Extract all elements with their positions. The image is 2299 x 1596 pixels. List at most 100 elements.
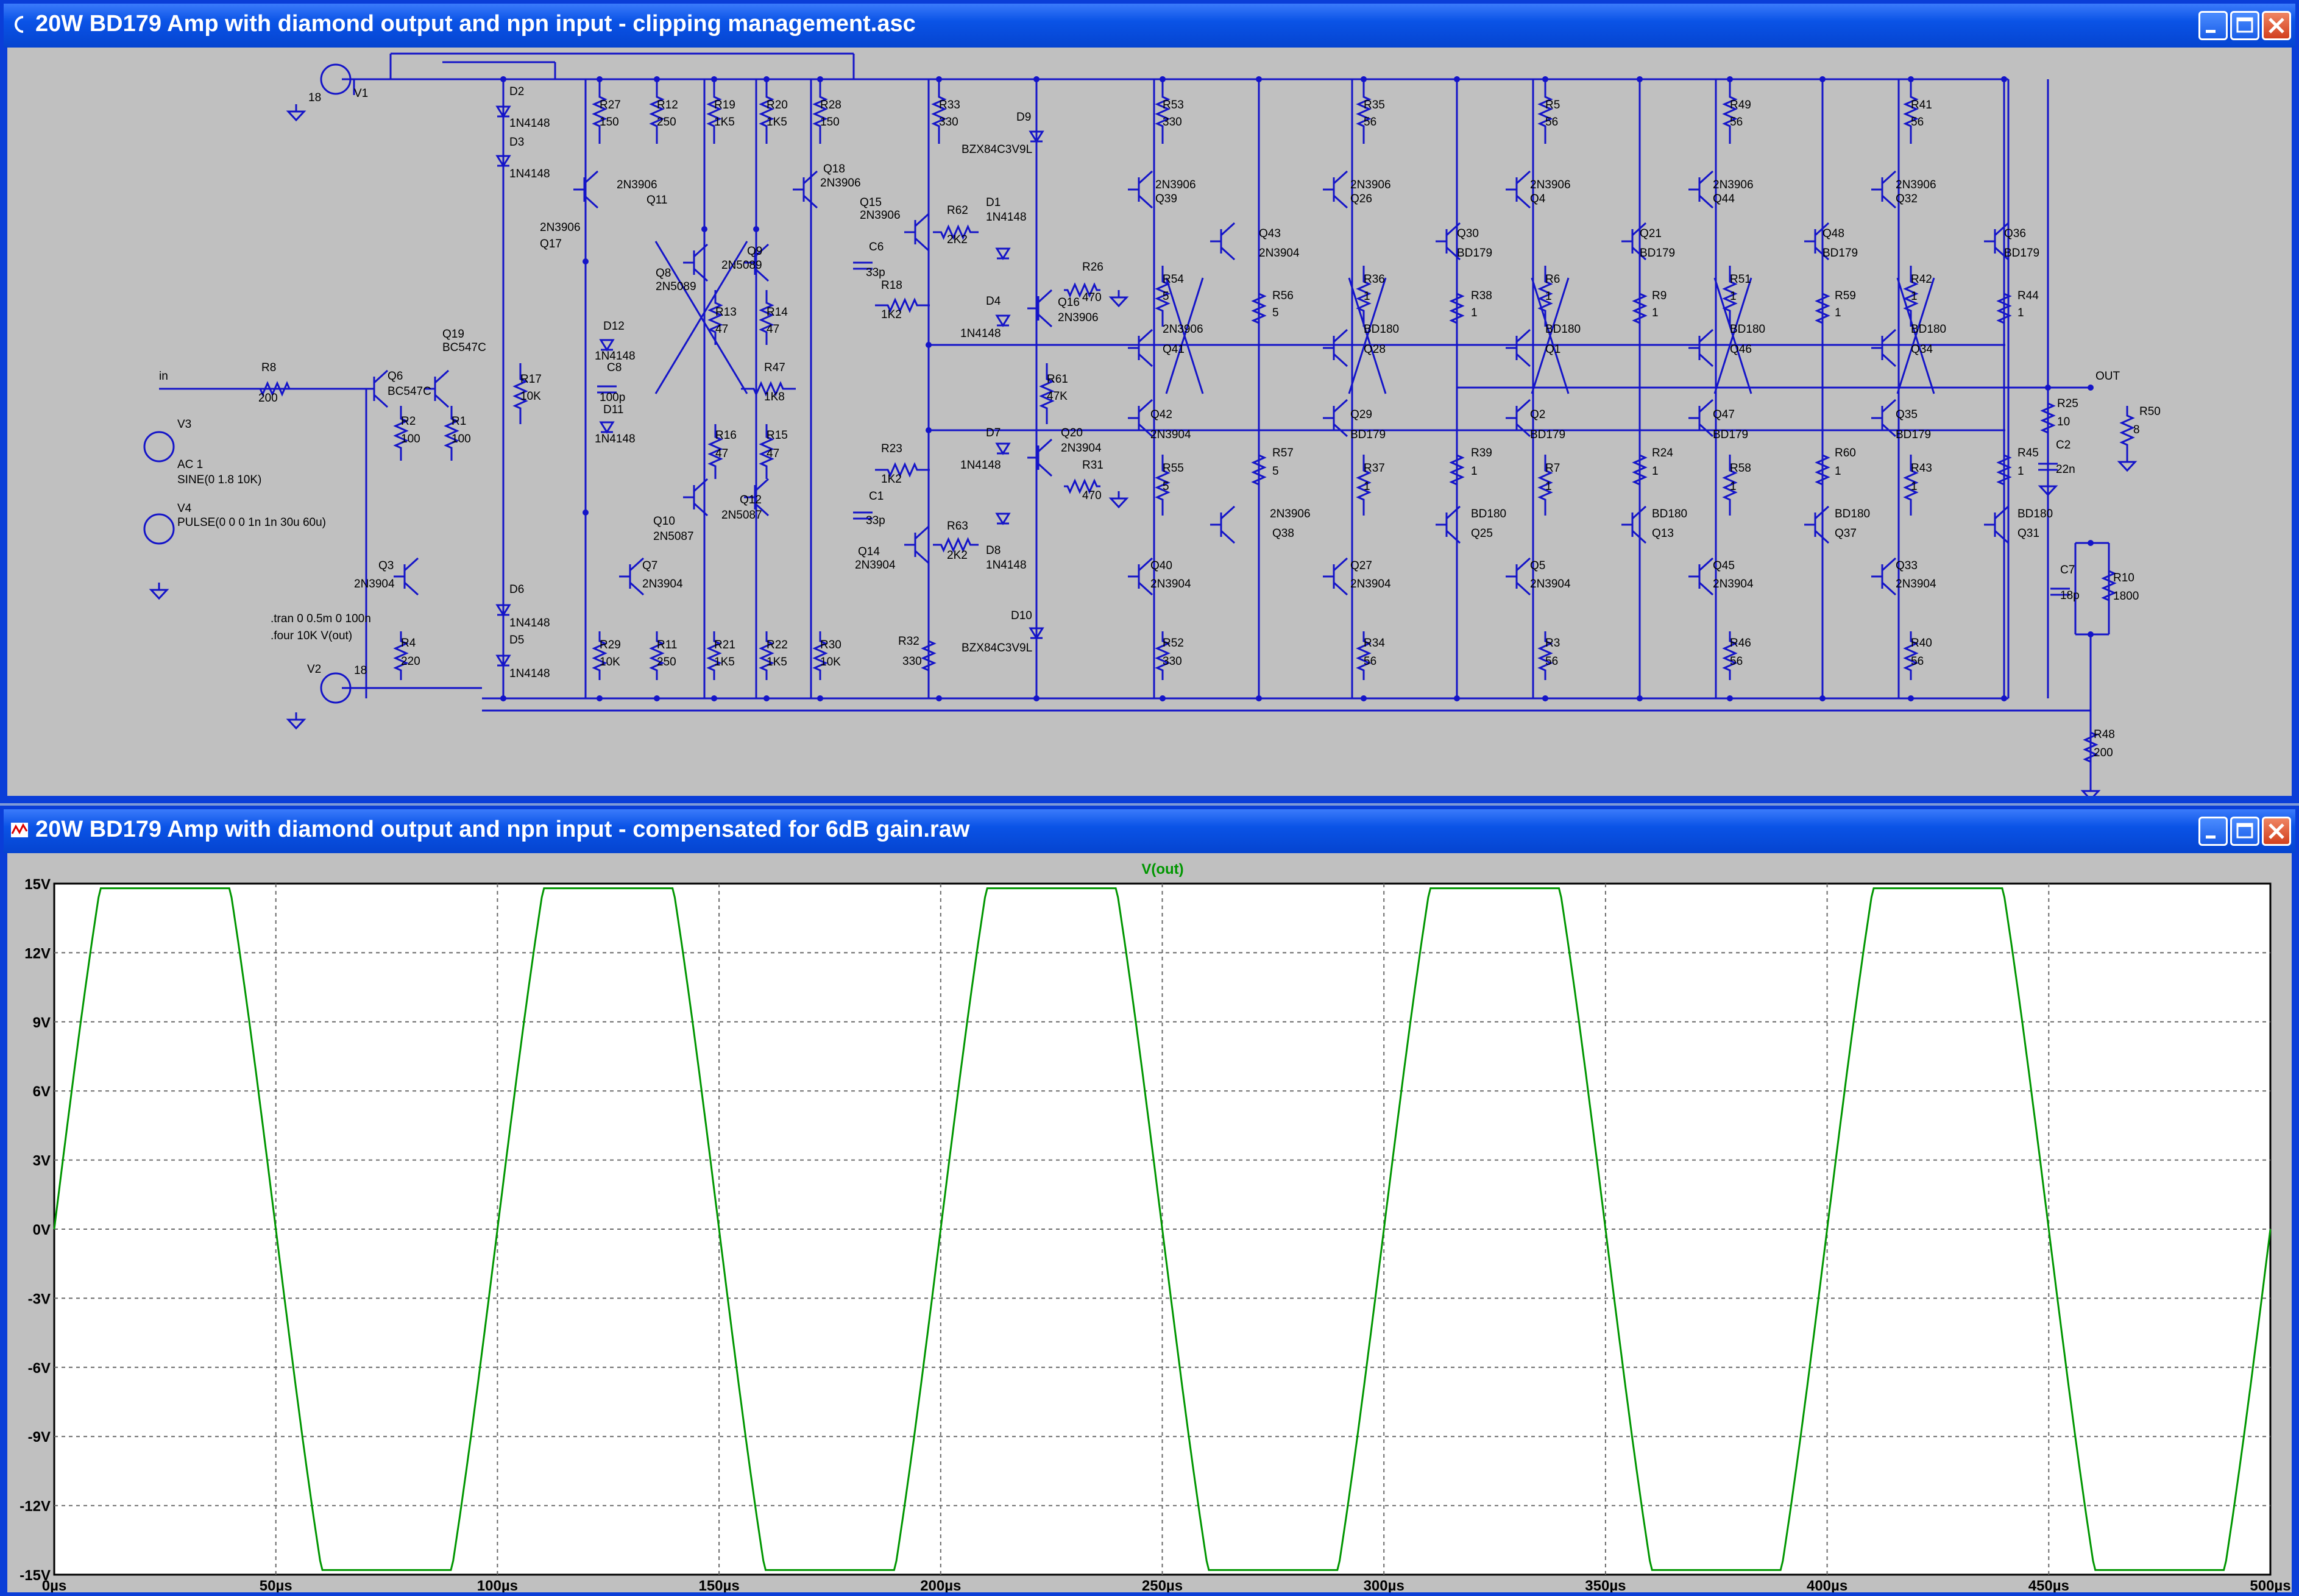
component-label: 1K5 (714, 656, 735, 669)
component-label: R12 (657, 99, 678, 112)
component-label: 1N4148 (960, 327, 1001, 340)
component-label: R19 (714, 99, 735, 112)
component-label: 2N3904 (855, 559, 896, 572)
voltage-source (143, 513, 175, 545)
schematic-app-icon (15, 16, 24, 33)
component-label: 1K2 (881, 308, 902, 321)
diode-symbol (995, 247, 1011, 260)
x-tick-label: 300µs (1364, 1578, 1405, 1592)
component-label: Q48 (1823, 227, 1844, 240)
component-label: 18p (2060, 589, 2080, 602)
y-tick-label: 3V (33, 1153, 51, 1169)
resistor-symbol (1155, 79, 1171, 144)
waveform-titlebar[interactable]: 20W BD179 Amp with diamond output and np… (4, 809, 2295, 853)
component-label: 2N3904 (1150, 578, 1191, 591)
component-label: 1N4148 (509, 117, 550, 130)
junction-dot (763, 76, 770, 82)
component-label: C6 (869, 241, 884, 254)
resistor-symbol (759, 79, 774, 144)
trace-label[interactable]: V(out) (1141, 861, 1183, 878)
x-tick-label: 450µs (2028, 1578, 2069, 1592)
component-label: R47 (764, 361, 785, 374)
junction-dot (1637, 76, 1643, 82)
junction-dot (1033, 76, 1040, 82)
component-label: 5 (1163, 480, 1169, 493)
waveform-plot[interactable]: 15V12V9V6V3V0V-3V-6V-9V-12V-15V 0µs 50µs 1… (7, 853, 2292, 1594)
y-tick-label: -6V (28, 1360, 51, 1377)
component-label: BD179 (1896, 428, 1931, 441)
schematic-canvas[interactable]: V1 18 D2 1N4148 D3 1N4148 R27 150 R12 250 R19 1K5 R2… (7, 48, 2292, 801)
component-label: .four 10K V(out) (271, 630, 352, 642)
component-label: 470 (1082, 291, 1102, 304)
component-label: SINE(0 1.8 10K) (177, 473, 261, 486)
x-tick-label: 150µs (698, 1578, 739, 1592)
component-label: R20 (767, 99, 788, 112)
minimize-button[interactable] (2198, 11, 2228, 40)
ground-symbol (1108, 290, 1129, 308)
maximize-button[interactable] (2230, 11, 2259, 40)
component-label: 2N3904 (354, 578, 395, 591)
voltage-source (143, 431, 175, 463)
component-label: R35 (1364, 99, 1385, 112)
schematic-window[interactable]: 20W BD179 Amp with diamond output and np… (0, 0, 2299, 803)
component-label: 47 (715, 323, 728, 336)
component-label: 330 (1163, 655, 1182, 668)
schematic-titlebar[interactable]: 20W BD179 Amp with diamond output and np… (4, 4, 2295, 48)
minimize-button[interactable] (2198, 817, 2228, 846)
junction-dot (753, 226, 759, 232)
component-label: 1 (1911, 480, 1918, 493)
close-icon (2269, 18, 2284, 34)
component-label: 330 (1163, 116, 1182, 129)
transistor-emitter (1515, 353, 1531, 367)
component-label: R42 (1911, 273, 1932, 286)
transistor-emitter (1220, 530, 1236, 544)
y-tick-label: -9V (28, 1429, 51, 1445)
junction-dot (2045, 385, 2051, 391)
x-tick-label: 250µs (1142, 1578, 1183, 1592)
resistor-symbol (921, 631, 937, 680)
component-label: Q39 (1155, 193, 1177, 205)
component-label: BD180 (1835, 508, 1870, 520)
transistor-emitter (914, 550, 930, 564)
transistor-collector (1333, 399, 1348, 413)
y-tick-label: 15V (24, 876, 51, 893)
y-tick-label: 12V (24, 945, 51, 962)
component-label: R15 (767, 429, 788, 442)
component-label: BZX84C3V9L (962, 143, 1032, 156)
close-button[interactable] (2262, 11, 2291, 40)
component-label: R34 (1364, 637, 1385, 650)
transistor-emitter (1220, 246, 1236, 261)
transistor-collector (1698, 399, 1714, 413)
component-label: 1 (1471, 307, 1478, 319)
resistor-symbol (1632, 442, 1648, 497)
component-label: D5 (509, 634, 524, 647)
component-label: Q15 (860, 196, 882, 209)
component-label: D2 (509, 85, 524, 98)
component-label: 1N4148 (509, 667, 550, 680)
component-label: C7 (2060, 564, 2075, 576)
component-label: Q7 (642, 559, 657, 572)
transistor-collector (914, 525, 930, 540)
transistor-collector (1220, 505, 1236, 520)
schematic-drawing[interactable]: V118 D21N4148D31N4148R27150R12250R191K5R2… (7, 48, 2292, 801)
diode-symbol (995, 512, 1011, 525)
junction-dot (597, 76, 603, 82)
component-label: .tran 0 0.5m 0 100n (271, 612, 371, 625)
close-button[interactable] (2262, 817, 2291, 846)
component-label: 18 (354, 664, 367, 677)
waveform-panel[interactable]: 15V 12V 9V 6V 3V 0V -3V -6V -9V -12V -15V 0µs 50µs 1… (7, 853, 2292, 1594)
component-label: 10K (600, 656, 620, 669)
transistor-emitter (1994, 530, 2010, 544)
transistor-collector (1138, 170, 1153, 185)
maximize-button[interactable] (2230, 817, 2259, 846)
resistor-symbol (1356, 79, 1372, 144)
waveform-window[interactable]: 20W BD179 Amp with diamond output and np… (0, 806, 2299, 1596)
component-label: 100 (452, 433, 471, 445)
component-label: R56 (1272, 289, 1294, 302)
minimize-icon (2206, 835, 2216, 839)
component-label: 1 (1652, 307, 1659, 319)
component-label: R6 (1545, 273, 1560, 286)
resistor-symbol (812, 79, 828, 144)
component-label: BD179 (1713, 428, 1748, 441)
transistor-collector (1220, 222, 1236, 236)
